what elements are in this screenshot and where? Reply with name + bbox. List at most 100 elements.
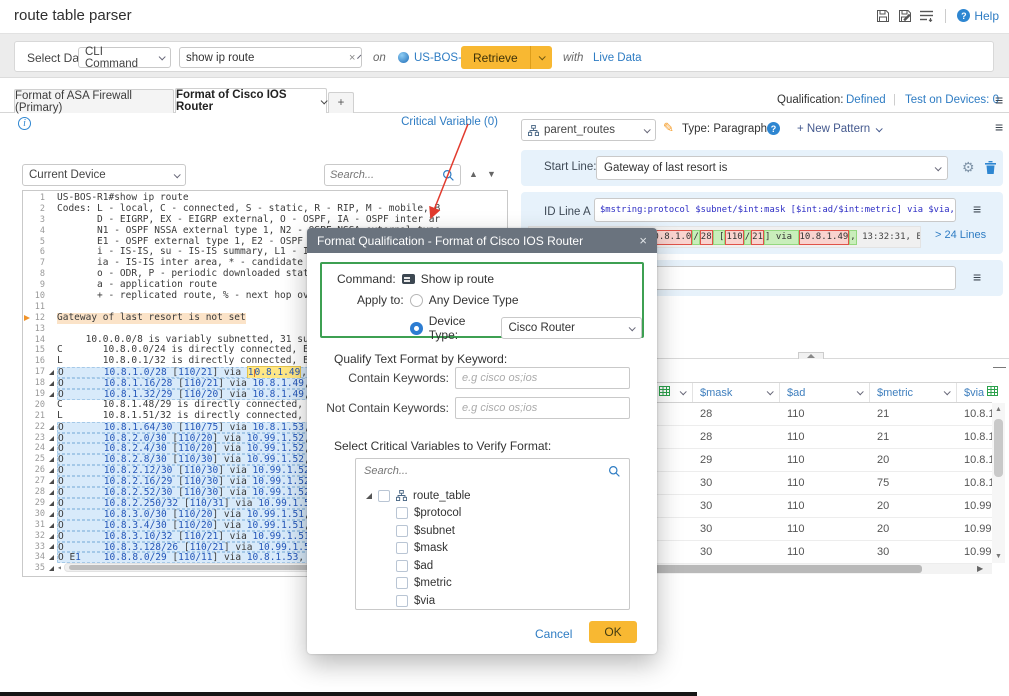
next-match-icon[interactable]: ▼ <box>487 169 496 179</box>
live-data-link[interactable]: Live Data <box>593 52 642 64</box>
table-cell: 110 <box>780 495 870 517</box>
checkbox[interactable] <box>396 507 408 519</box>
collapse-marker-icon[interactable] <box>49 370 54 375</box>
cancel-button[interactable]: Cancel <box>535 627 572 641</box>
save-as-icon[interactable] <box>897 8 912 23</box>
collapse-marker-icon[interactable] <box>49 425 54 430</box>
pattern-select[interactable]: parent_routes <box>521 119 656 141</box>
column-header[interactable]: $metric <box>870 383 957 402</box>
collapse-marker-icon[interactable] <box>49 490 54 495</box>
chevron-down-icon[interactable] <box>857 388 864 395</box>
collapse-marker-icon[interactable] <box>49 381 54 386</box>
matched-lines-link[interactable]: > 24 Lines <box>935 229 986 241</box>
device-type-select[interactable]: Cisco Router <box>501 317 643 339</box>
collapse-marker-icon[interactable] <box>49 523 54 528</box>
modal-header[interactable]: Format Qualification - Format of Cisco I… <box>307 228 657 253</box>
save-icon[interactable] <box>875 8 890 23</box>
critical-variable-link[interactable]: Critical Variable (0) <box>378 116 498 128</box>
menu-icon[interactable]: ≡ <box>973 202 981 216</box>
collapse-marker-icon[interactable] <box>49 544 54 549</box>
tab-cisco-ios-router[interactable]: Format of Cisco IOS Router <box>175 88 327 113</box>
ok-button[interactable]: OK <box>589 621 637 643</box>
scroll-right-icon[interactable]: ▶ <box>977 564 983 573</box>
menu-icon[interactable]: ≡ <box>995 93 1003 107</box>
prev-match-icon[interactable]: ▲ <box>469 169 478 179</box>
expander-icon[interactable] <box>366 493 372 499</box>
scroll-up-icon[interactable]: ▲ <box>992 403 1005 416</box>
chevron-down-icon[interactable] <box>944 388 951 395</box>
collapse-marker-icon[interactable] <box>49 436 54 441</box>
line-number: 2 <box>23 204 45 215</box>
chevron-down-icon[interactable] <box>358 55 362 59</box>
code-text: O 10.8.1.64/30 [110/75] via 10.8.1.53, 1… <box>57 422 345 433</box>
device-type-radio[interactable] <box>410 322 423 335</box>
list-settings-icon[interactable] <box>919 8 934 23</box>
checkbox[interactable] <box>396 560 408 572</box>
tree-root-row[interactable]: route_table <box>366 487 629 505</box>
tree-item[interactable]: $via <box>366 592 629 610</box>
command-input[interactable] <box>180 52 346 64</box>
collapse-marker-icon[interactable] <box>49 501 54 506</box>
qualification-value[interactable]: Defined <box>846 94 886 106</box>
tree-item[interactable]: $mask <box>366 540 629 558</box>
collapse-marker-icon[interactable] <box>49 392 54 397</box>
checkbox[interactable] <box>378 490 390 502</box>
tab-asa-firewall[interactable]: Format of ASA Firewall (Primary) <box>14 89 174 113</box>
tree-item[interactable]: $metric <box>366 575 629 593</box>
minimize-icon[interactable]: — <box>993 359 1006 374</box>
start-line-combo[interactable]: Gateway of last resort is <box>596 156 948 180</box>
column-header[interactable]: $ad <box>780 383 870 402</box>
scroll-down-icon[interactable]: ▼ <box>992 550 1005 563</box>
help-button[interactable]: ? Help <box>957 9 999 23</box>
checkbox[interactable] <box>396 577 408 589</box>
menu-icon[interactable]: ≡ <box>973 270 981 284</box>
id-line-a-pattern-input[interactable]: $mstring:protocol $subnet/$int:mask [$in… <box>594 198 956 222</box>
question-icon[interactable]: ? <box>767 122 780 135</box>
code-search-input[interactable] <box>330 169 442 181</box>
menu-icon[interactable]: ≡ <box>995 120 1003 134</box>
collapse-marker-icon[interactable] <box>49 555 54 560</box>
collapse-marker-icon[interactable] <box>49 534 54 539</box>
contain-keywords-input[interactable] <box>455 367 630 389</box>
column-header[interactable]: $via <box>957 383 1009 402</box>
chevron-down-icon[interactable] <box>767 388 774 395</box>
scrollbar-thumb[interactable] <box>994 419 1003 477</box>
edit-pattern-icon[interactable]: ✎ <box>663 120 674 136</box>
not-contain-keywords-input[interactable] <box>455 397 630 419</box>
chevron-down-icon[interactable] <box>680 388 687 395</box>
info-icon[interactable]: i <box>18 117 31 130</box>
collapse-handle[interactable] <box>798 352 824 359</box>
chevron-down-icon <box>644 126 651 133</box>
tree-item[interactable]: $subnet <box>366 522 629 540</box>
collapse-marker-icon[interactable] <box>49 446 54 451</box>
data-type-select[interactable]: CLI Command <box>78 47 171 68</box>
device-type-label: Device Type: <box>429 314 495 342</box>
checkbox[interactable] <box>396 542 408 554</box>
checkbox[interactable] <box>396 595 408 607</box>
retrieve-dropdown-button[interactable] <box>530 46 552 69</box>
collapse-marker-icon[interactable] <box>49 457 54 462</box>
test-on-devices-link[interactable]: Test on Devices: 0 <box>905 94 999 106</box>
delete-icon[interactable] <box>985 161 996 177</box>
close-icon[interactable]: × <box>639 233 647 248</box>
collapse-marker-icon[interactable] <box>49 566 54 571</box>
tree-item[interactable]: $ad <box>366 557 629 575</box>
table-cell: 20 <box>870 518 957 540</box>
new-pattern-button[interactable]: + New Pattern <box>797 123 881 135</box>
vars-search-input[interactable] <box>364 465 608 477</box>
current-device-select[interactable]: Current Device <box>22 164 186 186</box>
line-number: 21 <box>23 411 45 422</box>
gear-icon[interactable]: ⚙ <box>962 160 975 174</box>
tree-item[interactable]: $protocol <box>366 505 629 523</box>
column-header[interactable]: $mask <box>693 383 780 402</box>
checkbox[interactable] <box>396 525 408 537</box>
chevron-down-icon[interactable] <box>321 97 328 104</box>
retrieve-button[interactable]: Retrieve <box>461 46 530 69</box>
collapse-marker-icon[interactable] <box>49 512 54 517</box>
collapse-marker-icon[interactable] <box>49 479 54 484</box>
collapse-marker-icon[interactable] <box>49 468 54 473</box>
table-vertical-scrollbar[interactable]: ▲ ▼ <box>992 403 1005 563</box>
scroll-left-icon[interactable]: ◂ <box>57 563 62 574</box>
add-tab-button[interactable]: + <box>328 92 354 113</box>
any-device-radio[interactable] <box>410 294 423 307</box>
